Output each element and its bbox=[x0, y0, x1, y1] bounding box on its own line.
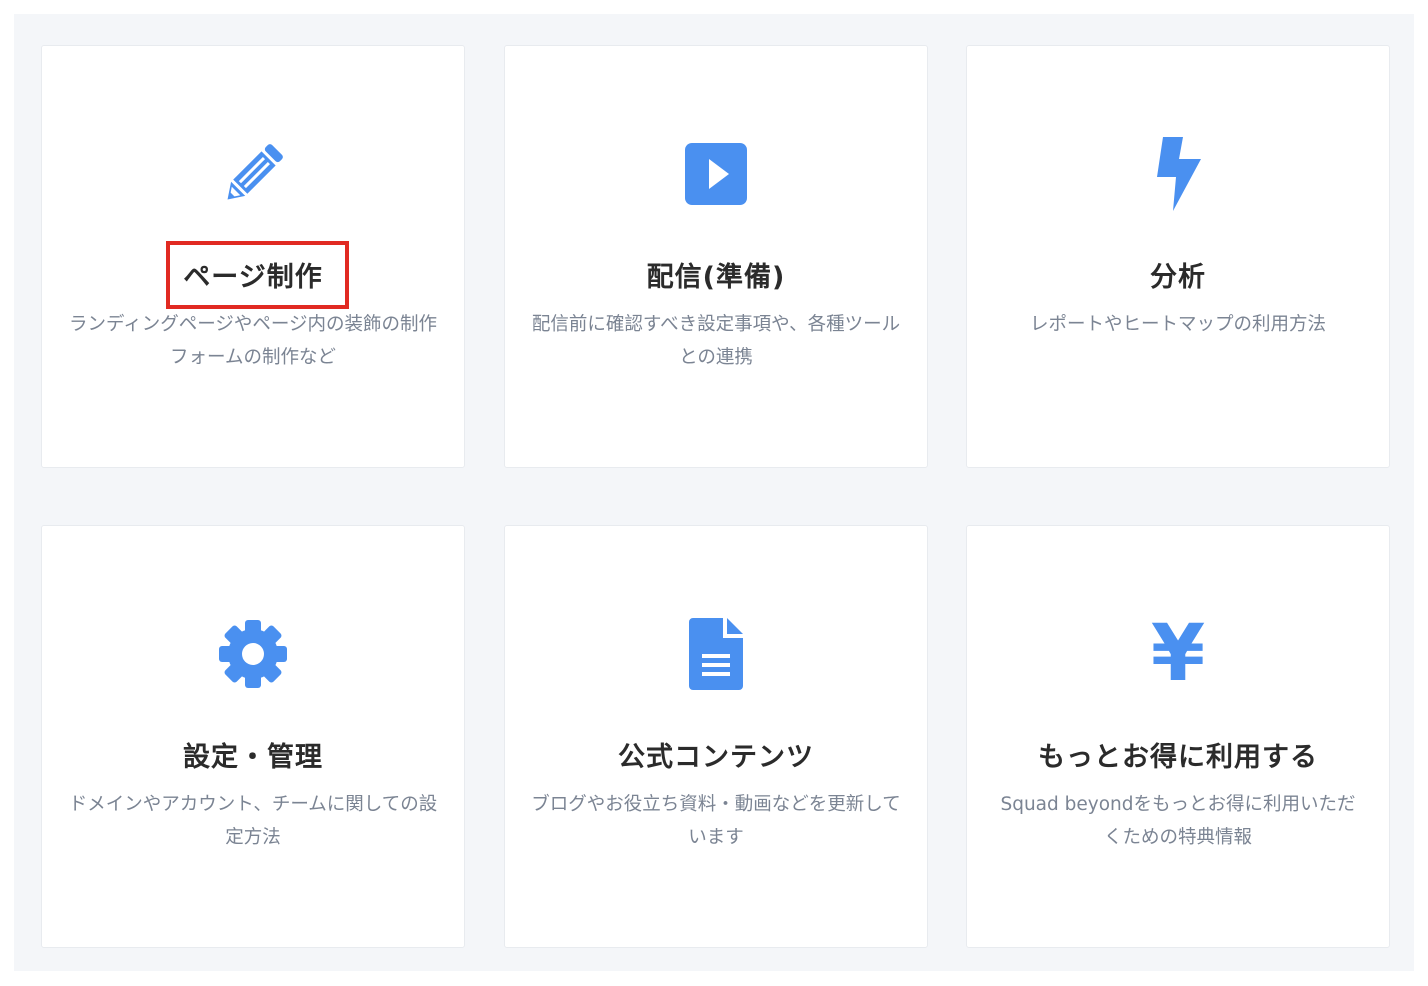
card-title: 公式コンテンツ bbox=[618, 742, 814, 773]
gear-icon bbox=[213, 614, 293, 694]
pencil-icon bbox=[213, 134, 293, 214]
card-page-creation[interactable]: ページ制作 ランディングページやページ内の装飾の制作 フォームの制作など bbox=[41, 45, 465, 468]
lightning-bolt-icon bbox=[1138, 134, 1218, 214]
card-title: もっとお得に利用する bbox=[1038, 742, 1318, 773]
card-benefits[interactable]: ¥ もっとお得に利用する Squad beyondをもっとお得に利用いただくため… bbox=[966, 525, 1390, 948]
card-description: レポートやヒートマップの利用方法 bbox=[1029, 314, 1326, 335]
card-title: 分析 bbox=[1150, 262, 1206, 293]
document-icon bbox=[676, 614, 756, 694]
play-square-icon bbox=[676, 134, 756, 214]
card-title: 配信(準備) bbox=[646, 262, 786, 293]
card-description: Squad beyondをもっとお得に利用いただくための特典情報 bbox=[1000, 794, 1356, 848]
yen-icon: ¥ bbox=[1138, 614, 1218, 694]
card-title: 設定・管理 bbox=[183, 742, 323, 773]
category-panel: ページ制作 ランディングページやページ内の装飾の制作 フォームの制作など 配信(… bbox=[14, 14, 1414, 971]
card-description: ドメインやアカウント、チームに関しての設定方法 bbox=[68, 794, 438, 848]
card-delivery-prep[interactable]: 配信(準備) 配信前に確認すべき設定事項や、各種ツールとの連携 bbox=[504, 45, 928, 468]
highlight-box bbox=[166, 241, 349, 309]
card-description: ランディングページやページ内の装飾の制作 フォームの制作など bbox=[69, 314, 437, 368]
card-description: 配信前に確認すべき設定事項や、各種ツールとの連携 bbox=[531, 314, 901, 368]
card-analysis[interactable]: 分析 レポートやヒートマップの利用方法 bbox=[966, 45, 1390, 468]
card-description: ブログやお役立ち資料・動画などを更新しています bbox=[531, 794, 901, 848]
card-official-content[interactable]: 公式コンテンツ ブログやお役立ち資料・動画などを更新しています bbox=[504, 525, 928, 948]
yen-glyph: ¥ bbox=[1150, 609, 1206, 699]
card-settings[interactable]: 設定・管理 ドメインやアカウント、チームに関しての設定方法 bbox=[41, 525, 465, 948]
